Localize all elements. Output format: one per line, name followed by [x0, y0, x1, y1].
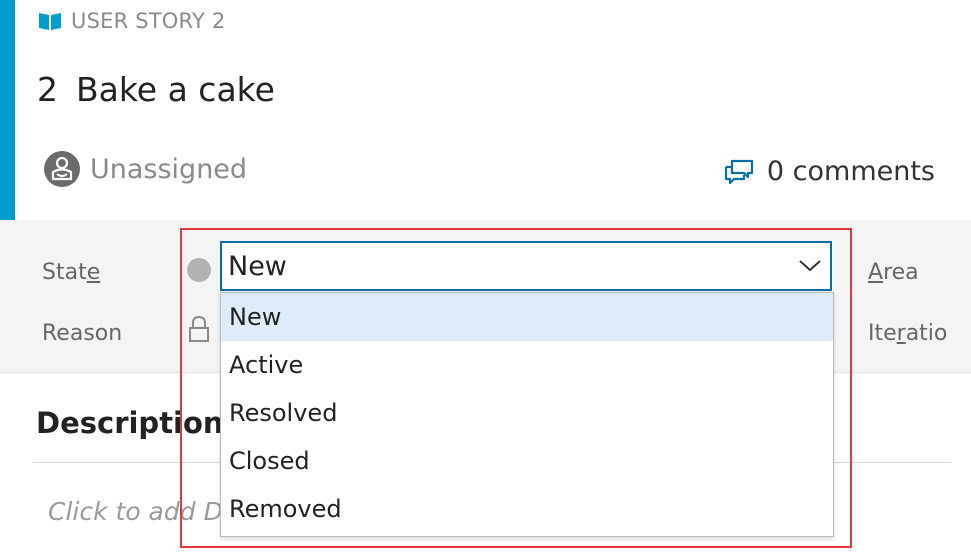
- work-item-id: 2: [37, 70, 58, 109]
- work-item-header: USER STORY 2 2 Bake a cake Unassigned 0 c…: [15, 0, 971, 220]
- description-editor-placeholder[interactable]: Click to add D: [48, 497, 223, 526]
- work-item-type-label: USER STORY 2: [71, 9, 226, 33]
- assigned-to-control[interactable]: Unassigned: [43, 150, 247, 188]
- state-dropdown-list: New Active Resolved Closed Removed: [220, 292, 834, 537]
- comments-link[interactable]: 0 comments: [723, 156, 935, 187]
- state-option-closed[interactable]: Closed: [221, 437, 833, 485]
- reason-label: Reason: [42, 321, 123, 346]
- state-option-active[interactable]: Active: [221, 341, 833, 389]
- chevron-down-icon[interactable]: [798, 255, 822, 275]
- area-label: Area: [868, 260, 919, 285]
- comments-icon: [723, 158, 755, 186]
- work-item-color-bar: [0, 0, 15, 220]
- state-option-resolved[interactable]: Resolved: [221, 389, 833, 437]
- state-option-new[interactable]: New: [221, 293, 833, 341]
- iteration-label: Iteratio: [868, 321, 948, 346]
- description-heading: Description: [36, 406, 224, 440]
- work-item-title[interactable]: 2 Bake a cake: [37, 70, 275, 109]
- lock-icon: [188, 315, 210, 343]
- comments-count: 0 comments: [766, 156, 935, 187]
- state-select[interactable]: New: [220, 241, 832, 291]
- state-option-removed[interactable]: Removed: [221, 485, 833, 533]
- work-item-title-text: Bake a cake: [76, 70, 275, 109]
- state-select-value: New: [228, 250, 287, 282]
- state-label: State: [42, 260, 101, 285]
- assigned-to-label: Unassigned: [90, 153, 248, 185]
- user-avatar-icon: [43, 150, 81, 188]
- state-indicator-dot: [187, 258, 211, 282]
- book-icon: [37, 10, 63, 32]
- work-item-type: USER STORY 2: [37, 9, 225, 33]
